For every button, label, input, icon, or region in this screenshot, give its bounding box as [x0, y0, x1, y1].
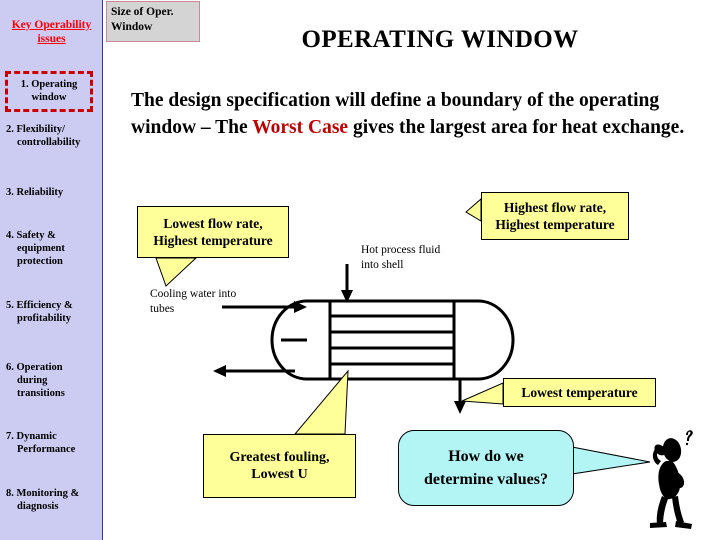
sidebar-item-6-line2: during — [17, 375, 48, 386]
label-cooling-line1: Cooling water into — [150, 288, 237, 300]
sidebar-item-7-line2: Performance — [17, 444, 76, 455]
bubble-line2: determine values? — [424, 471, 548, 488]
callout-greatest-fouling: Greatest fouling, Lowest U — [203, 434, 356, 498]
sidebar-item-1-line1: 1. Operating — [20, 79, 78, 90]
callout-lowflow-line2: Highest temperature — [153, 233, 273, 248]
callout-lowest-flow-rate: Lowest flow rate, Highest temperature — [137, 206, 289, 258]
sidebar-title: Key Operability issues — [0, 18, 103, 46]
shell-outline — [270, 299, 515, 381]
arrow-hot-in-head — [341, 290, 353, 303]
sidebar-item-8-line1: 8. Monitoring & — [6, 488, 80, 499]
person-forearm — [652, 449, 661, 465]
person-arm-hip — [671, 470, 685, 488]
person-head — [662, 438, 682, 462]
sidebar: Key Operability issues 1. Operating wind… — [0, 0, 103, 540]
sidebar-item-4-line1: 4. Safety & — [6, 230, 56, 241]
body-text-emphasis: Worst Case — [252, 116, 349, 138]
sidebar-item-flexibility[interactable]: 2. Flexibility/ controllability — [6, 123, 100, 149]
body-text-part2: gives the largest area for heat exchange… — [348, 116, 685, 138]
sidebar-item-8-line2: diagnosis — [17, 501, 59, 512]
callout-highflow-line2: Highest temperature — [495, 217, 615, 232]
sidebar-item-monitoring[interactable]: 8. Monitoring & diagnosis — [6, 487, 100, 513]
label-hot-line1: Hot process fluid — [361, 244, 441, 256]
size-badge-line1: Size of Oper. — [111, 6, 174, 18]
callout-tails — [155, 197, 651, 475]
label-cooling-line2: tubes — [150, 302, 175, 315]
heat-exchanger-diagram — [213, 264, 515, 414]
sidebar-title-line1: Key Operability issues — [11, 19, 92, 45]
sidebar-item-4-line2: equipment — [17, 243, 65, 254]
sidebar-item-efficiency[interactable]: 5. Efficiency & profitability — [6, 299, 100, 325]
arrow-cooling-out-head — [213, 365, 226, 377]
person-arm-raised — [654, 444, 666, 456]
tail-greatest-fouling — [293, 369, 349, 435]
arrow-hot-out-head — [454, 401, 466, 414]
arrow-cooling-in-head — [294, 301, 307, 313]
label-hot-line2: into shell — [361, 258, 404, 271]
callout-fouling-line2: Lowest U — [251, 467, 308, 482]
tail-lowest-flow — [155, 257, 198, 287]
callout-lowflow-line1: Lowest flow rate, — [163, 216, 263, 231]
person-torso — [658, 461, 681, 500]
sidebar-item-6-line3: transitions — [17, 388, 65, 399]
callout-highflow-line1: Highest flow rate, — [503, 200, 607, 215]
sidebar-item-4-line3: protection — [17, 256, 63, 267]
callout-lowest-temperature: Lowest temperature — [503, 378, 656, 407]
person-thinking-icon — [650, 430, 693, 529]
callout-fouling-line1: Greatest fouling, — [229, 450, 330, 465]
sidebar-item-reliability[interactable]: 3. Reliability — [6, 186, 100, 199]
sidebar-item-safety[interactable]: 4. Safety & equipment protection — [6, 229, 100, 268]
person-leg-back — [656, 496, 668, 525]
tail-question-bubble — [571, 446, 651, 475]
callout-highest-flow-rate: Highest flow rate, Highest temperature — [481, 192, 629, 240]
sidebar-item-2-line2: controllability — [17, 137, 81, 148]
sidebar-item-operation-transitions[interactable]: 6. Operation during transitions — [6, 361, 100, 400]
sidebar-item-1-line2: window — [31, 92, 67, 103]
sidebar-item-7-line1: 7. Dynamic — [6, 431, 57, 442]
size-of-operating-window-badge: Size of Oper. Window — [106, 1, 200, 42]
question-mark-dot — [685, 442, 689, 446]
tail-lowest-temp — [461, 382, 504, 405]
tail-highest-flow — [465, 197, 482, 222]
label-hot-process-into-shell: Hot process fluid into shell — [361, 243, 461, 272]
body-paragraph: The design specification will define a b… — [131, 88, 691, 141]
sidebar-item-5-line2: profitability — [17, 313, 72, 324]
size-badge-line2: Window — [111, 21, 153, 33]
person-foot-back — [650, 522, 667, 528]
question-mark-icon — [686, 430, 693, 441]
bubble-line1: How do we — [448, 448, 524, 465]
sidebar-item-6-line1: 6. Operation — [6, 362, 63, 373]
sidebar-item-operating-window[interactable]: 1. Operating window — [5, 71, 93, 112]
page-title: OPERATING WINDOW — [301, 26, 579, 53]
slide-canvas: Key Operability issues 1. Operating wind… — [0, 0, 720, 540]
callout-lowtemp-line1: Lowest temperature — [521, 385, 638, 400]
person-leg-front — [672, 496, 684, 524]
sidebar-item-5-line1: 5. Efficiency & — [6, 300, 73, 311]
question-speech-bubble: How do we determine values? — [398, 430, 574, 506]
sidebar-item-2-line1: 2. Flexibility/ — [6, 124, 65, 135]
sidebar-item-3-line1: 3. Reliability — [6, 187, 64, 198]
label-cooling-water-into-tubes: Cooling water into tubes — [150, 287, 265, 316]
person-foot-front — [675, 521, 692, 529]
sidebar-item-dynamic-performance[interactable]: 7. Dynamic Performance — [6, 430, 100, 456]
